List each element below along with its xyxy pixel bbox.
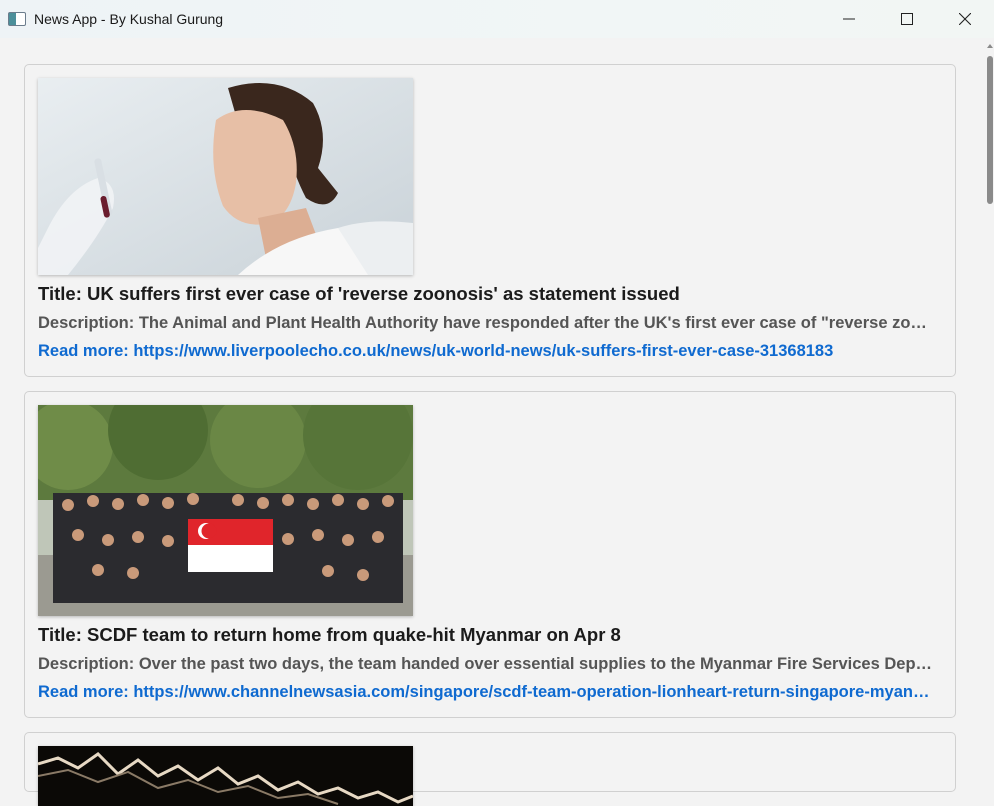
article-description: Description: The Animal and Plant Health… <box>38 314 935 332</box>
read-more-link[interactable]: Read more: https://www.liverpoolecho.co.… <box>38 342 935 361</box>
news-feed: Title: UK suffers first ever case of 're… <box>24 64 956 806</box>
minimize-icon <box>843 18 855 20</box>
close-button[interactable] <box>936 0 994 38</box>
window-controls <box>820 0 994 38</box>
article-image <box>38 78 413 275</box>
news-card: Title: SCDF team to return home from qua… <box>24 391 956 718</box>
news-card <box>24 732 956 806</box>
article-title: Title: SCDF team to return home from qua… <box>38 624 621 645</box>
maximize-icon <box>901 13 913 25</box>
scrollbar-thumb[interactable] <box>987 56 993 204</box>
article-description: Description: Over the past two days, the… <box>38 655 935 673</box>
news-card: Title: UK suffers first ever case of 're… <box>24 64 956 377</box>
article-image <box>38 405 413 616</box>
maximize-button[interactable] <box>878 0 936 38</box>
scroll-up-arrow-icon[interactable] <box>987 44 993 48</box>
close-icon <box>959 13 971 25</box>
window-title: News App - By Kushal Gurung <box>34 11 224 27</box>
minimize-button[interactable] <box>820 0 878 38</box>
title-bar: News App - By Kushal Gurung <box>0 0 994 38</box>
article-image <box>38 746 413 806</box>
app-window-icon <box>8 12 26 26</box>
read-more-link[interactable]: Read more: https://www.channelnewsasia.c… <box>38 683 935 702</box>
article-title: Title: UK suffers first ever case of 're… <box>38 283 680 304</box>
